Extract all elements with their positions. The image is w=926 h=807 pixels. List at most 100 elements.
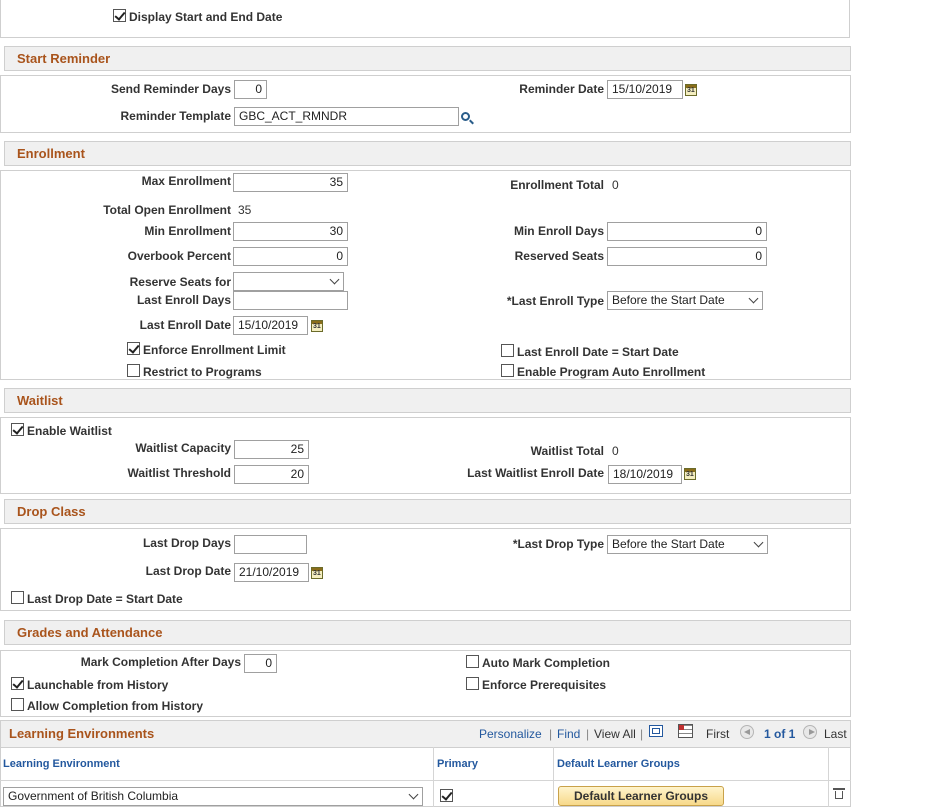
- chevron-down-icon: [329, 274, 340, 285]
- default-learner-groups-button[interactable]: Default Learner Groups: [558, 786, 724, 806]
- auto-mark-completion-label: Auto Mark Completion: [482, 656, 610, 670]
- enrollment-total-label: Enrollment Total: [510, 178, 604, 192]
- waitlist-header: Waitlist: [4, 388, 851, 413]
- max-enrollment-input[interactable]: 35: [233, 173, 348, 192]
- restrict-to-programs-label: Restrict to Programs: [143, 365, 262, 379]
- last-enroll-days-label: Last Enroll Days: [136, 293, 231, 307]
- total-open-enrollment-value: 35: [238, 203, 252, 217]
- grid-column-divider: [433, 747, 434, 807]
- last-drop-eq-start-label: Last Drop Date = Start Date: [27, 592, 183, 606]
- trash-body: [835, 791, 843, 799]
- next-arrow-icon[interactable]: [803, 725, 817, 739]
- min-enroll-days-input[interactable]: 0: [607, 222, 767, 241]
- last-enroll-days-input[interactable]: [233, 291, 348, 310]
- learning-environment-value: Government of British Columbia: [8, 789, 179, 803]
- display-dates-panel: [0, 0, 850, 38]
- download-grid-icon-accent: [679, 725, 684, 730]
- waitlist-threshold-input[interactable]: 20: [234, 465, 309, 484]
- new-window-icon-inner: [652, 728, 660, 734]
- start-reminder-title: Start Reminder: [17, 51, 111, 66]
- enrollment-total-value: 0: [612, 178, 619, 192]
- reminder-template-input[interactable]: GBC_ACT_RMNDR: [234, 107, 459, 126]
- mark-completion-after-days-label: Mark Completion After Days: [80, 655, 241, 669]
- grid-column-divider: [553, 747, 554, 807]
- delete-row-icon[interactable]: [833, 788, 845, 799]
- last-drop-type-select[interactable]: Before the Start Date: [607, 535, 768, 554]
- last-enroll-eq-start-checkbox[interactable]: [501, 344, 514, 357]
- last-enroll-date-input[interactable]: 15/10/2019: [233, 316, 308, 335]
- calendar-icon[interactable]: [311, 320, 323, 332]
- launchable-from-history-label: Launchable from History: [27, 678, 169, 692]
- pager-text: 1 of 1: [764, 727, 796, 741]
- last-enroll-type-select[interactable]: Before the Start Date: [607, 291, 763, 310]
- mark-completion-after-days-input[interactable]: 0: [244, 654, 277, 673]
- total-open-enrollment-label: Total Open Enrollment: [103, 203, 231, 217]
- last-drop-date-input[interactable]: 21/10/2019: [234, 563, 309, 582]
- default-learner-groups-button-label: Default Learner Groups: [573, 789, 709, 803]
- grades-attendance-header: Grades and Attendance: [4, 620, 851, 645]
- column-header-primary[interactable]: Primary: [437, 758, 478, 770]
- divider: |: [549, 727, 553, 741]
- auto-mark-completion-checkbox[interactable]: [466, 655, 479, 668]
- last-drop-days-input[interactable]: [234, 535, 307, 554]
- last-enroll-date-label: Last Enroll Date: [139, 318, 231, 332]
- reserved-seats-label: Reserved Seats: [514, 249, 604, 263]
- enforce-enrollment-limit-checkbox[interactable]: [127, 342, 140, 355]
- overbook-percent-input[interactable]: 0: [233, 247, 348, 266]
- restrict-to-programs-checkbox[interactable]: [127, 364, 140, 377]
- chevron-down-icon: [748, 293, 759, 304]
- waitlist-total-label: Waitlist Total: [530, 444, 604, 458]
- program-auto-enrollment-label: Enable Program Auto Enrollment: [517, 365, 706, 379]
- lookup-search-icon[interactable]: [461, 112, 470, 121]
- primary-checkbox[interactable]: [440, 789, 453, 802]
- allow-completion-from-history-checkbox[interactable]: [11, 698, 24, 711]
- waitlist-panel: [0, 417, 851, 494]
- learning-environment-select[interactable]: Government of British Columbia: [3, 787, 423, 806]
- allow-completion-from-history-label: Allow Completion from History: [27, 699, 204, 713]
- last-drop-eq-start-checkbox[interactable]: [11, 591, 24, 604]
- reminder-date-input[interactable]: 15/10/2019: [607, 80, 683, 99]
- send-reminder-days-input[interactable]: 0: [234, 80, 267, 99]
- view-all-link[interactable]: View All: [594, 727, 636, 741]
- last-waitlist-enroll-date-label: Last Waitlist Enroll Date: [467, 466, 604, 480]
- enable-waitlist-checkbox[interactable]: [11, 423, 24, 436]
- max-enrollment-label: Max Enrollment: [141, 174, 231, 188]
- calendar-icon[interactable]: [311, 567, 323, 579]
- first-link: First: [706, 727, 730, 741]
- waitlist-total-value: 0: [612, 444, 619, 458]
- chevron-down-icon: [753, 537, 764, 548]
- last-waitlist-enroll-date-input[interactable]: 18/10/2019: [608, 465, 682, 484]
- find-link[interactable]: Find: [557, 727, 580, 741]
- column-header-default-learner-groups[interactable]: Default Learner Groups: [557, 758, 680, 770]
- reminder-template-label: Reminder Template: [120, 109, 231, 123]
- last-enroll-eq-start-label: Last Enroll Date = Start Date: [517, 345, 679, 359]
- reserve-seats-for-select[interactable]: [233, 272, 344, 291]
- trash-lid: [833, 788, 845, 790]
- divider: |: [586, 727, 590, 741]
- grid-column-divider: [828, 747, 829, 807]
- column-header-learning-environment[interactable]: Learning Environment: [3, 758, 120, 770]
- display-dates-checkbox[interactable]: [113, 9, 126, 22]
- personalize-link[interactable]: Personalize: [479, 727, 542, 741]
- calendar-icon[interactable]: [685, 84, 697, 96]
- download-grid-icon[interactable]: [678, 724, 693, 738]
- enable-waitlist-label: Enable Waitlist: [27, 424, 112, 438]
- divider: |: [640, 727, 644, 741]
- previous-arrow-icon[interactable]: [740, 725, 754, 739]
- last-drop-type-value: Before the Start Date: [612, 537, 725, 551]
- min-enrollment-label: Min Enrollment: [144, 224, 231, 238]
- display-dates-label: Display Start and End Date: [129, 10, 283, 24]
- program-auto-enrollment-checkbox[interactable]: [501, 364, 514, 377]
- send-reminder-days-label: Send Reminder Days: [110, 82, 231, 96]
- last-enroll-type-label: *Last Enroll Type: [506, 294, 604, 308]
- waitlist-capacity-input[interactable]: 25: [234, 440, 309, 459]
- reserved-seats-input[interactable]: 0: [607, 247, 767, 266]
- enforce-prerequisites-label: Enforce Prerequisites: [482, 678, 607, 692]
- enrollment-header: Enrollment: [4, 141, 851, 166]
- launchable-from-history-checkbox[interactable]: [11, 677, 24, 690]
- new-window-icon[interactable]: [649, 725, 663, 737]
- min-enrollment-input[interactable]: 30: [233, 222, 348, 241]
- enforce-prerequisites-checkbox[interactable]: [466, 677, 479, 690]
- reserve-seats-for-label: Reserve Seats for: [129, 275, 231, 289]
- calendar-icon[interactable]: [684, 468, 696, 480]
